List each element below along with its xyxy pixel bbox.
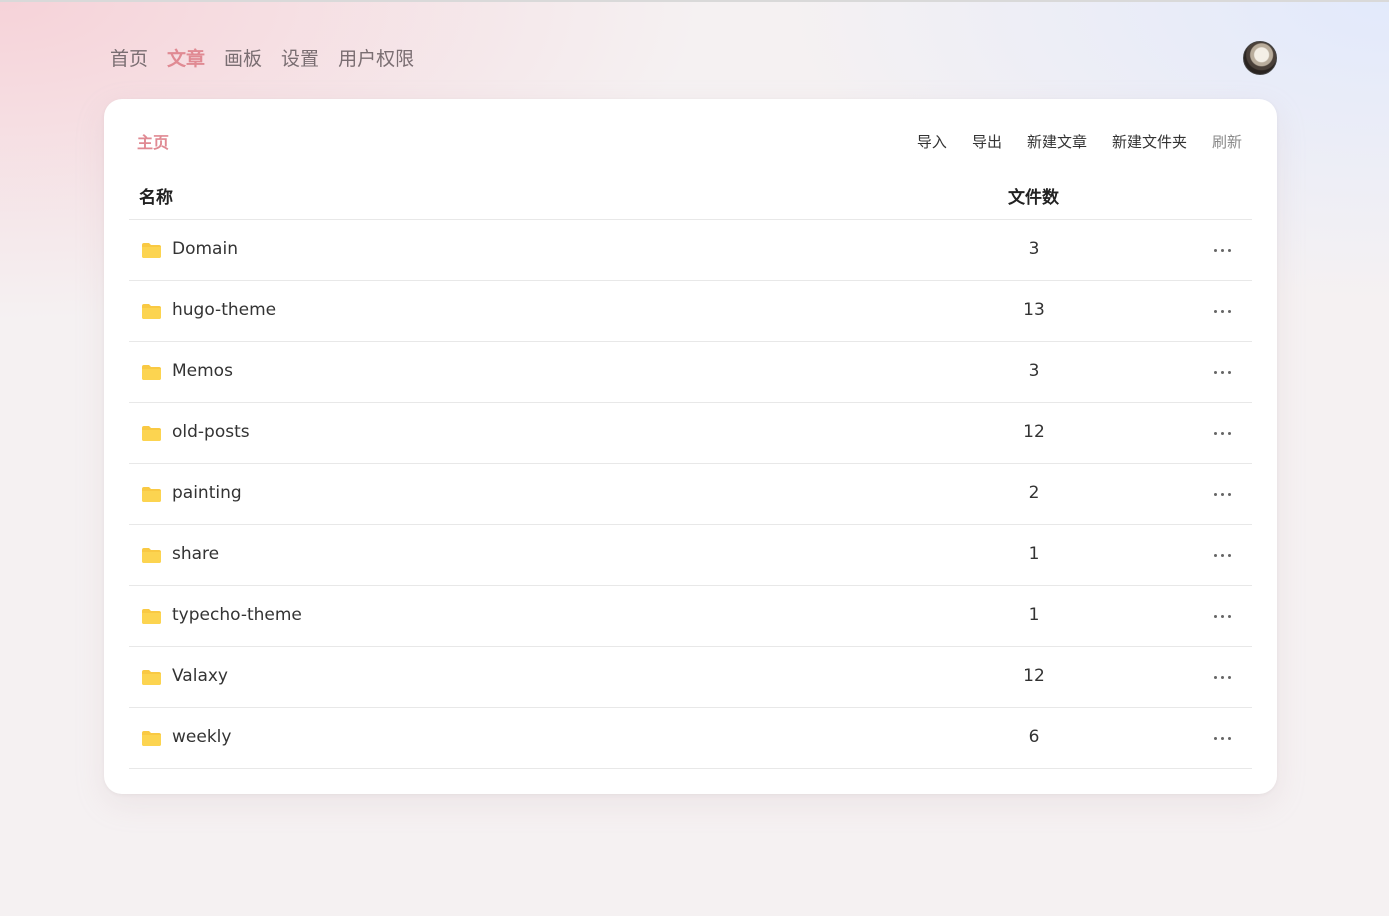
folder-name[interactable]: painting (172, 483, 242, 503)
file-browser-card: 主页 导入 导出 新建文章 新建文件夹 刷新 名称 文件数 Domain 3 hug… (104, 99, 1277, 794)
folder-icon (142, 243, 161, 258)
folder-name[interactable]: old-posts (172, 422, 250, 442)
nav-item-canvas[interactable]: 画板 (224, 46, 262, 72)
card-header: 主页 导入 导出 新建文章 新建文件夹 刷新 (137, 129, 1242, 153)
folder-icon (142, 304, 161, 319)
folder-icon (142, 670, 161, 685)
file-count: 12 (1023, 666, 1045, 686)
more-horizontal-icon[interactable] (1207, 421, 1237, 445)
refresh-button[interactable]: 刷新 (1212, 131, 1242, 152)
file-count: 12 (1023, 422, 1045, 442)
table-row[interactable]: Memos 3 (129, 342, 1252, 403)
table-row[interactable]: painting 2 (129, 464, 1252, 525)
new-post-button[interactable]: 新建文章 (1027, 131, 1087, 152)
file-count: 3 (1028, 239, 1040, 259)
more-horizontal-icon[interactable] (1207, 299, 1237, 323)
user-avatar[interactable] (1243, 41, 1277, 75)
folder-name[interactable]: Memos (172, 361, 233, 381)
folder-icon (142, 609, 161, 624)
folder-list: Domain 3 hugo-theme 13 Memos 3 old-posts 12 pain… (129, 220, 1252, 769)
table-header: 名称 文件数 (129, 179, 1252, 220)
file-count: 6 (1028, 727, 1040, 747)
table-row[interactable]: share 1 (129, 525, 1252, 586)
file-count: 13 (1023, 300, 1045, 320)
column-header-name: 名称 (139, 188, 173, 208)
table-row[interactable]: old-posts 12 (129, 403, 1252, 464)
folder-name[interactable]: weekly (172, 727, 231, 747)
folder-icon (142, 548, 161, 563)
folder-name[interactable]: share (172, 544, 219, 564)
nav-item-posts[interactable]: 文章 (167, 46, 205, 72)
folder-name[interactable]: typecho-theme (172, 605, 302, 625)
folder-icon (142, 487, 161, 502)
table-row[interactable]: weekly 6 (129, 708, 1252, 769)
table-row[interactable]: typecho-theme 1 (129, 586, 1252, 647)
more-horizontal-icon[interactable] (1207, 360, 1237, 384)
new-folder-button[interactable]: 新建文件夹 (1112, 131, 1187, 152)
folder-name[interactable]: Domain (172, 239, 238, 259)
table-row[interactable]: Domain 3 (129, 220, 1252, 281)
folder-icon (142, 365, 161, 380)
top-nav: 首页 文章 画板 设置 用户权限 (110, 46, 414, 72)
toolbar: 导入 导出 新建文章 新建文件夹 刷新 (917, 131, 1242, 152)
folder-icon (142, 426, 161, 441)
file-count: 2 (1028, 483, 1040, 503)
folder-name[interactable]: hugo-theme (172, 300, 276, 320)
file-count: 1 (1028, 605, 1040, 625)
more-horizontal-icon[interactable] (1207, 238, 1237, 262)
breadcrumb-home[interactable]: 主页 (137, 129, 169, 153)
more-horizontal-icon[interactable] (1207, 482, 1237, 506)
export-button[interactable]: 导出 (972, 131, 1002, 152)
table-row[interactable]: hugo-theme 13 (129, 281, 1252, 342)
more-horizontal-icon[interactable] (1207, 543, 1237, 567)
folder-name[interactable]: Valaxy (172, 666, 228, 686)
nav-item-user-permissions[interactable]: 用户权限 (338, 46, 414, 72)
folder-icon (142, 731, 161, 746)
table-row[interactable]: Valaxy 12 (129, 647, 1252, 708)
column-header-count: 文件数 (1008, 188, 1059, 208)
file-count: 1 (1028, 544, 1040, 564)
more-horizontal-icon[interactable] (1207, 665, 1237, 689)
file-count: 3 (1028, 361, 1040, 381)
import-button[interactable]: 导入 (917, 131, 947, 152)
nav-item-settings[interactable]: 设置 (281, 46, 319, 72)
more-horizontal-icon[interactable] (1207, 604, 1237, 628)
more-horizontal-icon[interactable] (1207, 726, 1237, 750)
nav-item-home[interactable]: 首页 (110, 46, 148, 72)
